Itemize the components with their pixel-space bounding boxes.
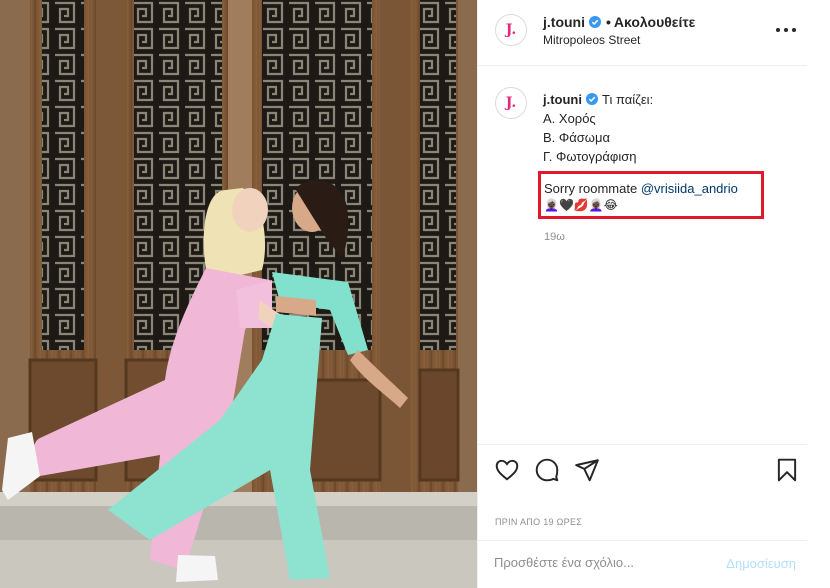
separator-dot: • (606, 14, 611, 30)
page-edge (807, 0, 830, 588)
action-bar (478, 444, 808, 496)
post-comment-button[interactable]: Δημοσίευση (726, 556, 796, 571)
avatar-logo-text: J. (505, 22, 517, 38)
verified-badge-icon (589, 16, 601, 28)
comment-bar: Δημοσίευση (478, 540, 808, 588)
comment-input[interactable] (494, 555, 694, 570)
caption-time-ago[interactable]: 19ω (544, 231, 565, 243)
caption-verified-badge-icon (586, 93, 598, 105)
more-options-icon[interactable] (776, 20, 796, 40)
bookmark-icon[interactable] (774, 457, 800, 483)
caption-reply: Sorry roommate @vrisiida_andrio (544, 180, 738, 198)
header-user-line: j.touni • Ακολουθείτε (543, 14, 695, 30)
post-image (0, 0, 477, 588)
caption-line: Β. Φάσωμα (543, 130, 610, 145)
caption-username[interactable]: j.touni (543, 92, 582, 107)
caption-avatar[interactable]: J. (495, 87, 527, 119)
emoji-row: 👩🏿‍🦳🖤💋👩🏿‍🦳😂 (544, 198, 618, 212)
heart-icon[interactable] (494, 457, 520, 483)
post-details-panel: J. j.touni • Ακολουθείτε Mitropoleos Str… (477, 0, 808, 588)
mention-link[interactable]: @vrisiida_andrio (641, 181, 738, 196)
caption: j.touni Τι παίζει: Α. Χορός Β. Φάσωμα Γ. … (543, 90, 793, 166)
paper-plane-icon[interactable] (574, 457, 600, 483)
post-header: J. j.touni • Ακολουθείτε Mitropoleos Str… (478, 0, 808, 66)
post-timestamp[interactable]: ΠΡΙΝ ΑΠΟ 19 ΩΡΕΣ (495, 517, 582, 527)
reply-prefix: Sorry roommate (544, 181, 638, 196)
caption-intro: Τι παίζει: (602, 92, 654, 107)
post-photo[interactable] (0, 0, 477, 588)
caption-avatar-logo-text: J. (505, 95, 517, 111)
caption-line: Γ. Φωτογράφιση (543, 149, 637, 164)
location-link[interactable]: Mitropoleos Street (543, 33, 640, 47)
comment-icon[interactable] (534, 457, 560, 483)
caption-line: Α. Χορός (543, 111, 596, 126)
header-username[interactable]: j.touni (543, 14, 585, 30)
follow-status-button[interactable]: Ακολουθείτε (614, 14, 695, 30)
avatar[interactable]: J. (495, 14, 527, 46)
